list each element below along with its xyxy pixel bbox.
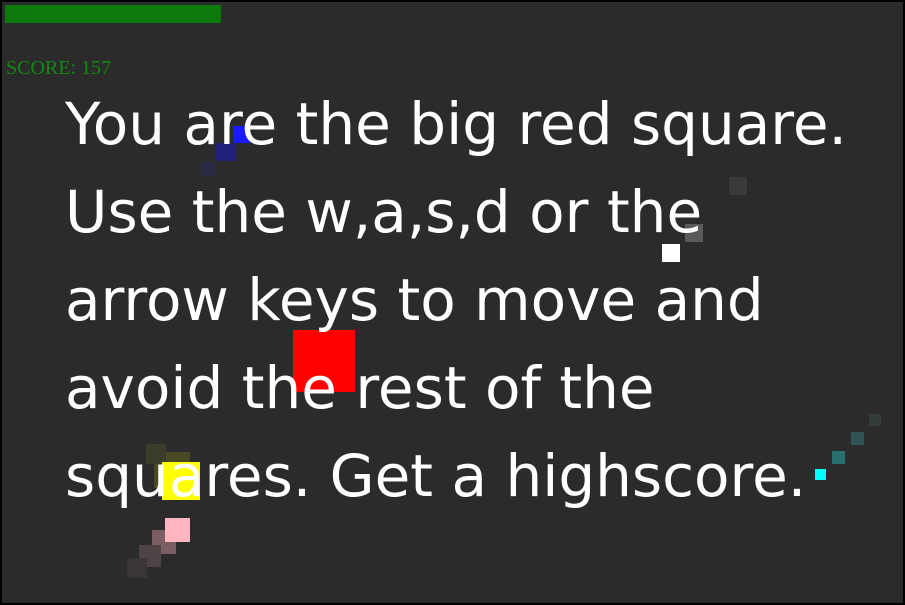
score-value: 157	[81, 57, 112, 79]
trail-square	[127, 558, 147, 578]
health-bar-fill	[5, 5, 221, 23]
instructions-line: You are the big red square.	[65, 90, 847, 158]
enemy-square-pink	[165, 518, 190, 542]
player-square[interactable]	[293, 330, 355, 392]
health-bar	[5, 5, 903, 23]
instructions-line: Use the w,a,s,d or the	[65, 178, 703, 246]
game-canvas[interactable]: SCORE: 157 You are the big red square. U…	[0, 0, 905, 605]
score-display: SCORE: 157	[6, 57, 111, 80]
trail-square	[146, 444, 166, 464]
trail-square	[851, 432, 864, 445]
instructions-overlay: You are the big red square. Use the w,a,…	[65, 80, 900, 520]
trail-square	[832, 451, 845, 464]
trail-square	[685, 224, 703, 242]
instructions-line: arrow keys to move and	[65, 266, 764, 334]
score-label: SCORE:	[6, 57, 77, 79]
enemy-square-blue	[233, 126, 250, 143]
instructions-line: avoid the rest of the	[65, 354, 655, 422]
trail-square	[216, 143, 236, 161]
enemy-square-cyan	[815, 469, 826, 480]
enemy-square-white	[662, 244, 680, 262]
enemy-square-yellow	[162, 462, 200, 500]
trail-square	[729, 177, 747, 195]
trail-square	[201, 162, 215, 176]
trail-square	[869, 414, 881, 426]
